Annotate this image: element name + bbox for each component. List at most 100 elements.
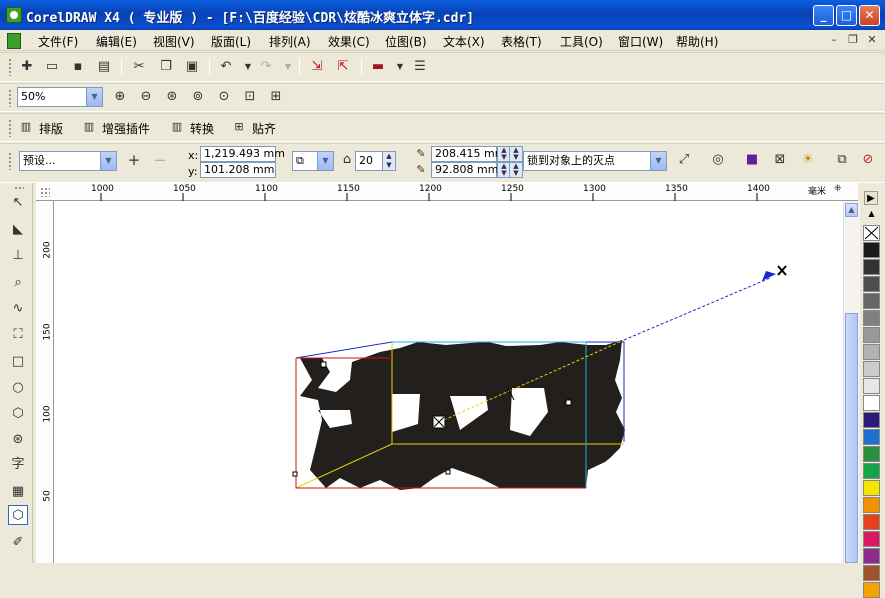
color-swatch[interactable] <box>863 480 880 496</box>
menu-effects[interactable]: 效果(C) <box>328 33 370 50</box>
menu-window[interactable]: 窗口(W) <box>618 33 663 50</box>
vanishing-point-x-field[interactable]: 208.415 mm <box>431 146 505 162</box>
color-swatch[interactable] <box>863 327 880 343</box>
y-position-field[interactable]: 101.208 mm <box>200 162 276 178</box>
crop-tool-icon[interactable]: ⊥ <box>8 246 28 266</box>
palette-scroll-icon[interactable]: ▶ <box>864 191 878 205</box>
depth-spinner[interactable]: ▲ ▼ <box>382 151 396 171</box>
toolbar-grip[interactable] <box>8 119 12 137</box>
zoom-all-objects-icon[interactable]: ⊚ <box>188 87 208 107</box>
pick-tool-icon[interactable]: ↖ <box>8 193 28 213</box>
clear-extrude-icon[interactable]: ⊘ <box>858 150 878 170</box>
left-handle[interactable] <box>292 471 298 477</box>
polygon-tool-icon[interactable]: ⬡ <box>8 404 28 424</box>
color-swatch[interactable] <box>863 259 880 275</box>
basic-shapes-icon[interactable]: ⊛ <box>8 430 28 450</box>
extrude-lighting-icon[interactable]: ☀ <box>798 150 818 170</box>
paiban-button[interactable]: 排版 <box>39 120 63 137</box>
menu-view[interactable]: 视图(V) <box>153 33 195 50</box>
color-swatch[interactable] <box>863 412 880 428</box>
snap-button[interactable]: 贴齐 <box>252 120 276 137</box>
color-swatch[interactable] <box>863 565 880 581</box>
corner-handle[interactable] <box>320 361 327 368</box>
vanishing-point-lock-combo[interactable]: 锁到对象上的灭点 <box>523 151 667 171</box>
scroll-thumb[interactable] <box>845 313 858 563</box>
lock-dropdown-icon[interactable]: ▼ <box>650 152 666 170</box>
vanishing-point-relative-icon[interactable]: ⤢ <box>674 150 694 170</box>
copy-extrude-properties-icon[interactable]: ⧉ <box>832 150 852 170</box>
x-position-field[interactable]: 1,219.493 mm <box>200 146 285 162</box>
redo-icon[interactable]: ↷ <box>256 57 276 77</box>
zoom-in-icon[interactable]: ⊕ <box>110 87 130 107</box>
convert-button[interactable]: 转换 <box>190 120 214 137</box>
undo-dropdown-icon[interactable]: ▼ <box>238 57 258 77</box>
vanishing-point-x-spinner-2[interactable]: ▲ ▼ <box>509 146 523 162</box>
copy-icon[interactable]: ❐ <box>156 57 176 77</box>
ruler-origin-icon[interactable] <box>40 187 50 197</box>
zoom-out-icon[interactable]: ⊖ <box>136 87 156 107</box>
color-swatch[interactable] <box>863 497 880 513</box>
enhance-plugin-button[interactable]: 增强插件 <box>102 120 150 137</box>
import-icon[interactable]: ⇲ <box>307 57 327 77</box>
add-preset-icon[interactable]: + <box>124 150 144 170</box>
drawing-canvas[interactable] <box>36 183 858 563</box>
color-swatch[interactable] <box>863 463 880 479</box>
toolbar-grip[interactable] <box>8 89 12 107</box>
no-color-swatch[interactable] <box>863 225 880 241</box>
color-swatch[interactable] <box>863 531 880 547</box>
extrusion-type-dropdown-icon[interactable]: ▼ <box>317 152 333 170</box>
save-icon[interactable]: ▪ <box>68 57 88 77</box>
convert-icon[interactable]: ▥ <box>167 117 187 137</box>
enhance-plugin-icon[interactable]: ▥ <box>79 117 99 137</box>
toolbar-grip[interactable] <box>8 58 12 76</box>
ruler-settings-icon[interactable]: ⁜ <box>834 184 842 194</box>
color-swatch[interactable] <box>863 361 880 377</box>
menu-edit[interactable]: 编辑(E) <box>96 33 137 50</box>
ellipse-tool-icon[interactable]: ○ <box>8 378 28 398</box>
menu-bitmaps[interactable]: 位图(B) <box>385 33 427 50</box>
smart-fill-icon[interactable]: ⛶ <box>8 325 28 345</box>
menu-text[interactable]: 文本(X) <box>443 33 485 50</box>
table-tool-icon[interactable]: ▦ <box>8 482 28 502</box>
color-swatch[interactable] <box>863 582 880 598</box>
paste-icon[interactable]: ▣ <box>182 57 202 77</box>
rectangle-tool-icon[interactable]: □ <box>8 352 28 372</box>
mdi-restore-button[interactable]: ❐ <box>845 33 861 48</box>
shape-tool-icon[interactable]: ◣ <box>8 220 28 240</box>
redo-dropdown-icon[interactable]: ▼ <box>278 57 298 77</box>
freehand-tool-icon[interactable]: ∿ <box>8 299 28 319</box>
vanishing-point-marker-icon[interactable] <box>777 265 787 276</box>
menu-help[interactable]: 帮助(H) <box>676 33 718 50</box>
color-swatch[interactable] <box>863 395 880 411</box>
color-swatch[interactable] <box>863 310 880 326</box>
application-launcher-icon[interactable]: ▬ <box>368 57 388 77</box>
mdi-minimize-button[interactable]: – <box>826 33 842 48</box>
extrude-bevel-icon[interactable]: ⊠ <box>770 150 790 170</box>
horizontal-ruler[interactable] <box>36 183 858 201</box>
color-swatch[interactable] <box>863 548 880 564</box>
depth-field[interactable]: 20 <box>355 151 383 171</box>
zoom-dropdown-icon[interactable]: ▼ <box>86 88 102 106</box>
color-swatch[interactable] <box>863 378 880 394</box>
color-swatch[interactable] <box>863 514 880 530</box>
color-swatch[interactable] <box>863 429 880 445</box>
vanishing-point-y-field[interactable]: 92.808 mm <box>431 162 498 178</box>
extrude-rotation-icon[interactable]: ◎ <box>708 150 728 170</box>
zoom-selected-icon[interactable]: ⊛ <box>162 87 182 107</box>
zoom-page-icon[interactable]: ⊙ <box>214 87 234 107</box>
eyedropper-tool-icon[interactable]: ✐ <box>8 533 28 553</box>
extrude-color-icon[interactable]: ■ <box>742 150 762 170</box>
print-icon[interactable]: ▤ <box>94 57 114 77</box>
color-swatch[interactable] <box>863 242 880 258</box>
preset-dropdown-icon[interactable]: ▼ <box>100 152 116 170</box>
vanishing-point-y-spinner-2[interactable]: ▲ ▼ <box>509 162 523 178</box>
extrude-tool-icon[interactable]: ⬡ <box>8 505 28 525</box>
new-document-icon[interactable]: ✚ <box>17 57 37 77</box>
welcome-screen-icon[interactable]: ☰ <box>410 57 430 77</box>
text-tool-icon[interactable]: 字 <box>8 455 28 475</box>
launcher-dropdown-icon[interactable]: ▼ <box>390 57 410 77</box>
paiban-icon[interactable]: ▥ <box>16 117 36 137</box>
open-folder-icon[interactable]: ▭ <box>42 57 62 77</box>
menu-tools[interactable]: 工具(O) <box>560 33 603 50</box>
menu-file[interactable]: 文件(F) <box>38 33 78 50</box>
